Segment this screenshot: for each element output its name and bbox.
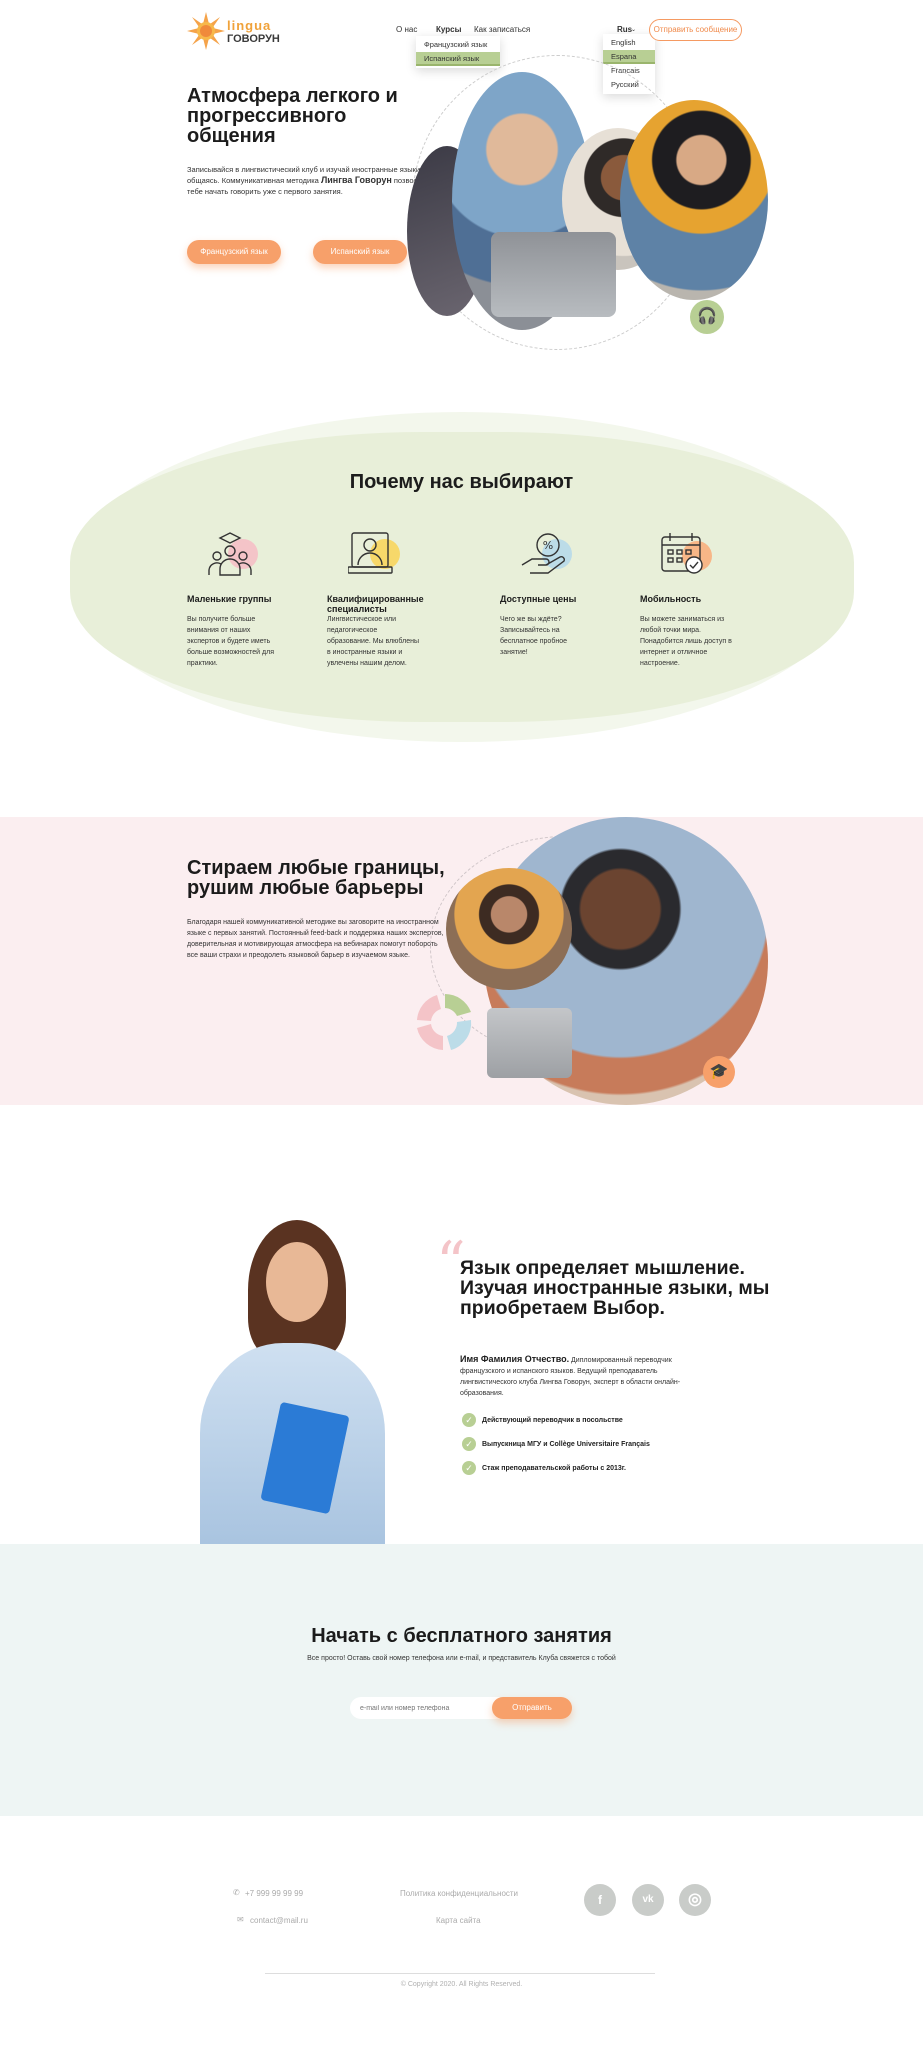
- feature-title-specialists: Квалифицированные специалисты: [327, 594, 424, 614]
- check-icon: ✓: [462, 1461, 476, 1475]
- feature-icon-price: %: [520, 531, 572, 577]
- headphones-icon: 🎧: [690, 300, 724, 334]
- dropdown-item-french[interactable]: Французский язык: [416, 38, 500, 52]
- check-icon: ✓: [462, 1413, 476, 1427]
- french-course-button[interactable]: Французский язык: [187, 240, 281, 264]
- logo-text-govorun: ГОВОРУН: [227, 33, 280, 45]
- sun-logo-icon: [187, 12, 225, 50]
- footer-privacy-link[interactable]: Политика конфиденциальности: [400, 1889, 518, 1898]
- teacher-bio: Имя Фамилия Отчество. Дипломированный пе…: [460, 1354, 681, 1397]
- lang-option-english[interactable]: English: [603, 36, 655, 50]
- teacher-photo: [190, 1218, 390, 1544]
- feature-icon-group: [206, 531, 258, 577]
- mail-icon: ✉: [237, 1915, 244, 1924]
- copyright: © Copyright 2020. All Rights Reserved.: [400, 1981, 523, 1988]
- credential-item: Выпускница МГУ и Collège Universitaire F…: [482, 1441, 650, 1448]
- footer-phone[interactable]: +7 999 99 99 99: [245, 1889, 303, 1898]
- svg-text:%: %: [543, 539, 553, 552]
- group-icon: [208, 532, 252, 576]
- dropdown-item-spanish[interactable]: Испанский язык: [416, 52, 500, 66]
- send-message-button[interactable]: Отправить сообщение: [649, 19, 742, 41]
- teacher-name: Имя Фамилия Отчество.: [460, 1354, 570, 1364]
- vk-icon[interactable]: vk: [632, 1884, 664, 1916]
- logo[interactable]: lingua ГОВОРУН: [187, 8, 287, 52]
- hero-title: Атмосфера легкого и прогрессивного общен…: [187, 85, 398, 147]
- credential-item: Действующий переводчик в посольстве: [482, 1417, 623, 1424]
- hero-photo-woman-right: [620, 100, 768, 300]
- people-circle-icon: [417, 994, 472, 1050]
- borders-laptop-image: [487, 1008, 572, 1078]
- feature-text-mobility: Вы можете заниматься из любой точки мира…: [640, 616, 732, 667]
- footer-divider: [265, 1973, 655, 1974]
- credential-item: Стаж преподавательской работы с 2013г.: [482, 1465, 626, 1472]
- nav-how-to-enroll[interactable]: Как записаться: [474, 25, 530, 34]
- courses-dropdown: Французский язык Испанский язык: [416, 36, 500, 68]
- lang-option-espana[interactable]: Espana: [603, 50, 655, 64]
- feature-text-prices: Чего же вы ждёте? Записывайтесь на беспл…: [500, 616, 567, 656]
- instagram-icon[interactable]: ◎: [679, 1884, 711, 1916]
- logo-text-lingua: lingua: [227, 18, 272, 33]
- cta-section-bg: [0, 1544, 923, 1816]
- teacher-icon: [348, 532, 393, 574]
- feature-icon-teacher: [348, 531, 400, 577]
- footer-sitemap-link[interactable]: Карта сайта: [436, 1916, 481, 1925]
- hero-description: Записывайся в лингвистический клуб и изу…: [187, 165, 426, 196]
- submit-button[interactable]: Отправить: [492, 1697, 572, 1719]
- price-icon: %: [521, 533, 565, 574]
- borders-description: Благодаря нашей коммуникативной методике…: [187, 919, 444, 959]
- check-icon: ✓: [462, 1437, 476, 1451]
- spanish-course-button[interactable]: Испанский язык: [313, 240, 407, 264]
- why-title: Почему нас выбирают: [349, 471, 574, 493]
- calendar-icon: [661, 533, 703, 574]
- chevron-down-icon: ⌄: [631, 27, 637, 33]
- language-selector[interactable]: Rus: [617, 25, 632, 34]
- feature-icon-calendar: [660, 531, 712, 577]
- graduation-cap-icon: 🎓: [703, 1056, 735, 1088]
- facebook-icon[interactable]: f: [584, 1884, 616, 1916]
- borders-title: Стираем любые границы, рушим любые барье…: [187, 857, 445, 899]
- quote-text: Язык определяет мышление. Изучая иностра…: [460, 1257, 770, 1319]
- nav-courses[interactable]: Курсы: [436, 25, 461, 34]
- cta-subtitle: Все просто! Оставь свой номер телефона и…: [307, 1655, 616, 1662]
- nav-about[interactable]: О нас: [396, 25, 417, 34]
- feature-title-prices: Доступные цены: [500, 594, 577, 604]
- footer-email[interactable]: contact@mail.ru: [250, 1916, 308, 1925]
- feature-title-small-groups: Маленькие группы: [187, 594, 272, 604]
- cta-title: Начать с бесплатного занятия: [311, 1625, 612, 1647]
- feature-text-specialists: Лингвистическое или педагогическое образ…: [327, 616, 419, 667]
- laptop-image: [491, 232, 616, 317]
- contact-input[interactable]: [350, 1697, 500, 1719]
- feature-text-small-groups: Вы получите больше внимания от наших экс…: [187, 616, 275, 667]
- feature-title-mobility: Мобильность: [640, 594, 702, 604]
- phone-icon: ✆: [233, 1888, 240, 1897]
- borders-photo-woman: [446, 868, 572, 990]
